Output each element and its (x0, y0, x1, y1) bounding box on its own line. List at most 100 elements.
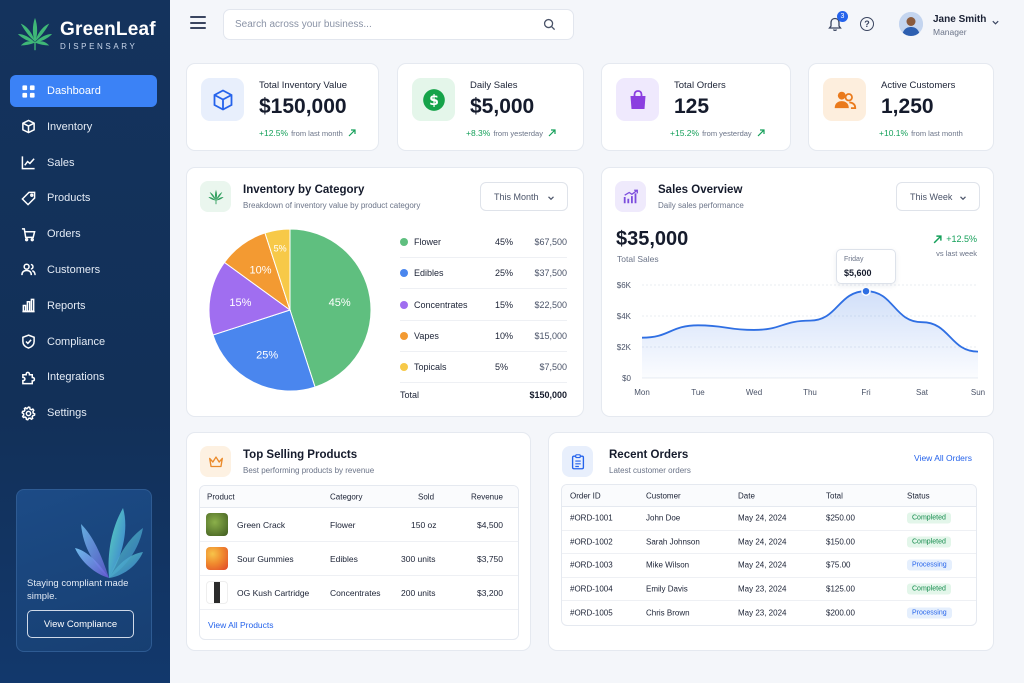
legend-amount: $37,500 (534, 268, 567, 279)
brand-logo[interactable]: GreenLeaf DISPENSARY (16, 16, 156, 54)
column-header[interactable]: Order ID (570, 491, 601, 500)
view-compliance-button[interactable]: View Compliance (27, 610, 134, 638)
table-row[interactable]: OG Kush Cartridge Concentrates 200 units… (200, 576, 518, 610)
panel-title: Top Selling Products (243, 449, 358, 461)
panel-subtitle: Latest customer orders (609, 466, 691, 475)
legend-label: Topicals (414, 362, 447, 373)
sidebar-item-dashboard[interactable]: Dashboard (10, 75, 157, 107)
puzzle-icon (20, 369, 36, 385)
search-icon[interactable] (543, 18, 556, 31)
view-all-orders-link[interactable]: View All Orders (914, 453, 972, 463)
stat-value: $150,000 (259, 95, 347, 118)
top-products-table: Product Category Sold Revenue Green Crac… (199, 485, 519, 640)
table-row[interactable]: Sour Gummies Edibles 300 units $3,750 (200, 542, 518, 576)
stat-trend: +12.5% from last month (259, 128, 356, 138)
order-date: May 23, 2024 (738, 608, 787, 618)
column-header[interactable]: Status (907, 491, 930, 500)
chevron-down-icon[interactable] (991, 18, 1000, 27)
trend-period: from last month (911, 128, 963, 138)
order-total: $125.00 (826, 584, 855, 594)
legend-amount: $15,000 (534, 330, 567, 341)
product-name: Green Crack (237, 519, 286, 530)
table-row[interactable]: #ORD-1003 Mike Wilson May 24, 2024 $75.00 Pr… (562, 554, 976, 578)
stat-card-total-orders[interactable]: Total Orders 125 +15.2% from yesterday (601, 63, 791, 151)
column-header[interactable]: Category (330, 492, 362, 501)
legend-item: Vapes 10% $15,000 (400, 321, 567, 352)
stat-card-active-customers[interactable]: Active Customers 1,250 +10.1% from last … (808, 63, 994, 151)
order-date: May 24, 2024 (738, 560, 787, 570)
cube-icon (201, 78, 244, 121)
sidebar-item-customers[interactable]: Customers (10, 254, 157, 286)
legend-item: Concentrates 15% $22,500 (400, 290, 567, 321)
avatar[interactable] (899, 12, 923, 36)
pie-slice-label: 10% (249, 264, 271, 276)
x-tick-label: Sun (971, 388, 985, 397)
legend-amount: $67,500 (534, 237, 567, 247)
legend-color-swatch (400, 300, 408, 309)
table-header: Order ID Customer Date Total Status (562, 485, 976, 507)
column-header[interactable]: Revenue (471, 492, 503, 501)
column-header[interactable]: Customer (646, 491, 681, 500)
brand-subtitle: DISPENSARY (60, 42, 138, 51)
chart-tooltip: Friday $5,600 (836, 249, 896, 285)
hamburger-menu-icon[interactable] (190, 16, 206, 30)
legend-amount: $22,500 (534, 299, 567, 310)
pie-slice-label: 15% (229, 297, 251, 309)
x-tick-label: Wed (746, 388, 762, 397)
sidebar-item-compliance[interactable]: Compliance (10, 326, 157, 358)
product-thumbnail (206, 547, 228, 570)
order-total: $200.00 (826, 608, 855, 618)
stat-card-inventory-value[interactable]: Total Inventory Value $150,000 +12.5% fr… (186, 63, 379, 151)
notification-badge: 3 (837, 11, 848, 22)
table-row[interactable]: #ORD-1004 Emily Davis May 23, 2024 $125.00 C… (562, 578, 976, 602)
users-icon (20, 262, 36, 278)
sidebar-item-label: Compliance (47, 335, 106, 348)
sidebar-item-inventory[interactable]: Inventory (10, 111, 157, 143)
order-customer: Sarah Johnson (646, 537, 700, 547)
trend-period: from yesterday (493, 128, 543, 138)
column-header[interactable]: Total (826, 491, 843, 500)
table-row[interactable]: #ORD-1001 John Doe May 24, 2024 $250.00 Comp… (562, 507, 976, 531)
trend-value: +12.5% (259, 128, 289, 138)
legend-percent: 10% (495, 330, 514, 341)
product-thumbnail (206, 581, 228, 604)
status-badge: Completed (907, 583, 951, 595)
sidebar-item-settings[interactable]: Settings (10, 397, 157, 429)
x-tick-label: Mon (634, 388, 650, 397)
sidebar-item-label: Customers (47, 263, 101, 276)
user-avatar-icon (899, 12, 923, 36)
sidebar-item-integrations[interactable]: Integrations (10, 361, 157, 393)
product-sold: 200 units (401, 587, 436, 598)
recent-orders-table: Order ID Customer Date Total Status #ORD… (561, 484, 977, 626)
sidebar-item-orders[interactable]: Orders (10, 218, 157, 250)
stat-trend: +15.2% from yesterday (670, 128, 765, 138)
product-category: Flower (330, 519, 356, 530)
pie-slice-label: 45% (329, 297, 351, 309)
sidebar-item-reports[interactable]: Reports (10, 290, 157, 322)
order-id: #ORD-1003 (570, 560, 613, 570)
dashboard-icon (20, 83, 36, 99)
search-input[interactable] (235, 19, 535, 30)
shopping-bag-icon (616, 78, 659, 121)
order-customer: John Doe (646, 513, 681, 523)
order-id: #ORD-1001 (570, 513, 613, 523)
column-header[interactable]: Date (738, 491, 755, 500)
user-name[interactable]: Jane Smith (933, 14, 986, 25)
sidebar-item-sales[interactable]: Sales (10, 147, 157, 179)
column-header[interactable]: Sold (418, 492, 434, 501)
data-point-highlight[interactable] (861, 286, 871, 296)
table-row[interactable]: #ORD-1005 Chris Brown May 23, 2024 $200.00 P… (562, 601, 976, 625)
bar-chart-icon (20, 298, 36, 314)
table-row[interactable]: #ORD-1002 Sarah Johnson May 24, 2024 $150.0… (562, 531, 976, 555)
help-icon[interactable]: ? (860, 17, 874, 31)
order-date: May 24, 2024 (738, 513, 787, 523)
table-row[interactable]: Green Crack Flower 150 oz $4,500 (200, 508, 518, 542)
sidebar-item-products[interactable]: Products (10, 182, 157, 214)
view-all-products-link[interactable]: View All Products (208, 620, 274, 630)
product-revenue: $3,200 (477, 587, 503, 598)
stat-card-daily-sales[interactable]: $ Daily Sales $5,000 +8.3% from yesterda… (397, 63, 584, 151)
crown-icon (200, 446, 231, 477)
cannabis-leaf-logo-icon (17, 17, 53, 51)
column-header[interactable]: Product (207, 492, 235, 501)
legend-percent: 15% (495, 299, 514, 310)
